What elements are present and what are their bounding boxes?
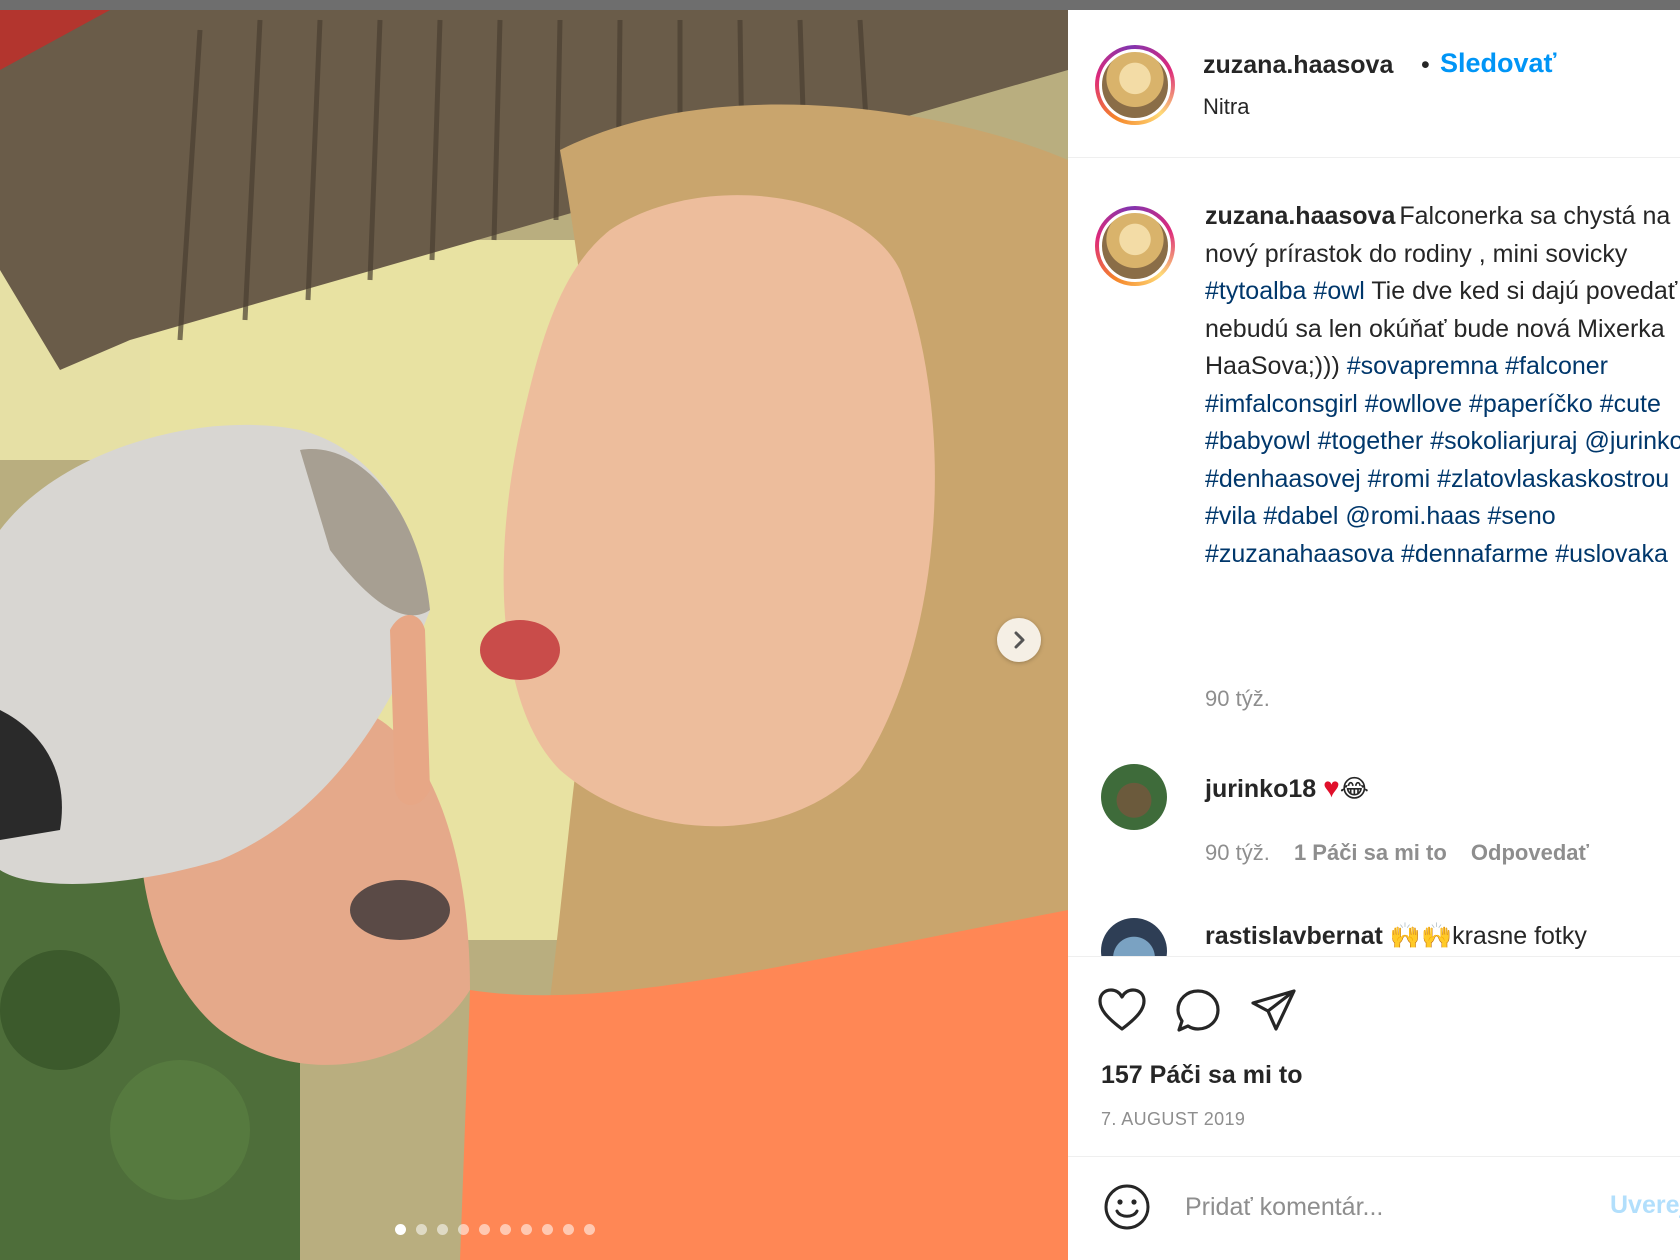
caption-timestamp[interactable]: 90 týž.	[1205, 686, 1270, 712]
carousel-dot	[563, 1224, 574, 1235]
caption-text-segment	[1311, 427, 1318, 455]
header-separator: •	[1421, 51, 1430, 79]
hashtag-link[interactable]: #falconer	[1505, 352, 1608, 380]
comment-meta: 90 týž. 1 Páči sa mi to Odpovedať	[1205, 840, 1607, 866]
add-comment-bar: Uverejniť	[1068, 1156, 1680, 1260]
share-icon[interactable]	[1248, 985, 1300, 1037]
caption-text-segment	[1358, 390, 1365, 418]
hashtag-link[interactable]: #seno	[1488, 502, 1556, 530]
comment-line: jurinko18 ♥😂	[1205, 772, 1369, 804]
chevron-right-icon	[1014, 631, 1025, 649]
comment-text: krasne fotky	[1452, 922, 1587, 950]
heart-emoji: ♥	[1323, 772, 1340, 803]
caption-username[interactable]: zuzana.haasova	[1205, 202, 1395, 230]
carousel-dot	[395, 1224, 406, 1235]
mention-link[interactable]: @romi.haas	[1345, 502, 1480, 530]
hashtag-link[interactable]: #sokoliarjuraj	[1430, 427, 1577, 455]
post-media[interactable]	[0, 10, 1068, 1260]
comments-section[interactable]: zuzana.haasova Falconerka sa chystá na no…	[1068, 158, 1680, 956]
post-date[interactable]: 7. AUGUST 2019	[1101, 1109, 1245, 1130]
comment-avatar[interactable]	[1101, 918, 1167, 956]
author-username[interactable]: zuzana.haasova	[1203, 51, 1393, 80]
caption-text-segment	[1462, 390, 1469, 418]
post-comment-button[interactable]: Uverejniť	[1610, 1191, 1680, 1220]
heart-icon[interactable]	[1096, 985, 1148, 1037]
comment-icon[interactable]	[1172, 985, 1224, 1037]
comment-avatar[interactable]	[1101, 764, 1167, 830]
reply-button[interactable]: Odpovedať	[1471, 840, 1589, 865]
post-panel: zuzana.haasova • Sledovať Nitra zuzana.h…	[1068, 10, 1680, 1260]
hashtag-link[interactable]: #vila	[1205, 502, 1256, 530]
hashtag-link[interactable]: #uslovaka	[1555, 540, 1668, 568]
raised-hands-emoji: 🙌🙌	[1389, 922, 1453, 950]
mention-link[interactable]: @jurinko18	[1584, 427, 1680, 455]
carousel-dot	[416, 1224, 427, 1235]
follow-button[interactable]: Sledovať	[1440, 48, 1556, 79]
hashtag-link[interactable]: #denhaasovej	[1205, 465, 1361, 493]
hashtag-link[interactable]: #cute	[1600, 390, 1661, 418]
hashtag-link[interactable]: #zuzanahaasova	[1205, 540, 1394, 568]
comment-likes[interactable]: 1 Páči sa mi to	[1294, 840, 1447, 865]
post-caption: zuzana.haasova Falconerka sa chystá na no…	[1205, 198, 1680, 573]
comment-input[interactable]	[1185, 1185, 1565, 1229]
caption-text-segment	[1593, 390, 1600, 418]
comment-timestamp[interactable]: 90 týž.	[1205, 840, 1270, 865]
hashtag-link[interactable]: #owl	[1313, 277, 1364, 305]
caption-text-segment	[1361, 465, 1368, 493]
browser-top-strip	[0, 0, 1680, 10]
comment-username[interactable]: rastislavbernat	[1205, 922, 1383, 950]
post-header: zuzana.haasova • Sledovať Nitra	[1068, 10, 1680, 158]
likes-count[interactable]: 157 Páči sa mi to	[1101, 1061, 1303, 1090]
carousel-dot	[458, 1224, 469, 1235]
hashtag-link[interactable]: #dabel	[1263, 502, 1338, 530]
hashtag-link[interactable]: #zlatovlaskaskostrou	[1437, 465, 1669, 493]
carousel-dot	[479, 1224, 490, 1235]
next-slide-button[interactable]	[997, 618, 1041, 662]
carousel-indicator	[395, 1224, 595, 1235]
hashtag-link[interactable]: #owllove	[1365, 390, 1462, 418]
carousel-dot	[500, 1224, 511, 1235]
carousel-dot	[584, 1224, 595, 1235]
hashtag-link[interactable]: #romi	[1368, 465, 1431, 493]
post-photo	[0, 10, 1068, 1260]
hashtag-link[interactable]: #paperíčko	[1469, 390, 1593, 418]
author-avatar[interactable]	[1095, 45, 1175, 125]
post-location[interactable]: Nitra	[1203, 94, 1249, 120]
hashtag-link[interactable]: #tytoalba	[1205, 277, 1306, 305]
hashtag-link[interactable]: #together	[1318, 427, 1424, 455]
hashtag-link[interactable]: #sovapremna	[1347, 352, 1498, 380]
smiley-icon[interactable]	[1101, 1181, 1153, 1233]
hashtag-link[interactable]: #dennafarme	[1401, 540, 1548, 568]
carousel-dot	[437, 1224, 448, 1235]
hashtag-link[interactable]: #imfalconsgirl	[1205, 390, 1358, 418]
caption-text-segment	[1394, 540, 1401, 568]
caption-avatar[interactable]	[1095, 206, 1175, 286]
laughing-emoji: 😂	[1339, 775, 1369, 803]
hashtag-link[interactable]: #babyowl	[1205, 427, 1311, 455]
comment-line: rastislavbernat 🙌🙌krasne fotky	[1205, 922, 1587, 951]
caption-text-segment	[1481, 502, 1488, 530]
caption-text: Falconerka sa chystá na nový prírastok d…	[1205, 202, 1680, 568]
post-actions: 157 Páči sa mi to 7. AUGUST 2019	[1068, 956, 1680, 1156]
carousel-dot	[521, 1224, 532, 1235]
comment-username[interactable]: jurinko18	[1205, 775, 1316, 803]
carousel-dot	[542, 1224, 553, 1235]
